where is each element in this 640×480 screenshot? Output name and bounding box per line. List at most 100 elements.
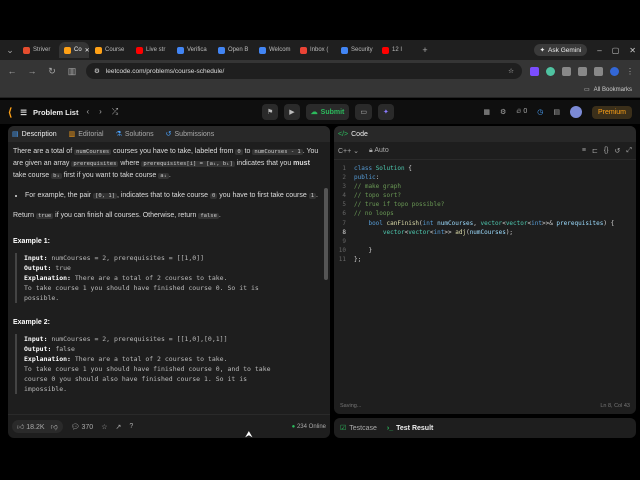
reset-icon[interactable]: ↺ [615,147,621,155]
browser-tab[interactable]: 12 I [377,42,417,58]
editorial-icon: ▥ [68,131,76,138]
extensions-puzzle-icon[interactable] [578,66,587,76]
notes-icon[interactable]: ▤ [553,108,560,116]
run-controls: ⚑ ▶ ☁ Submit ▭ ✦ [262,104,394,120]
prev-problem-icon[interactable]: ‹ [86,107,89,117]
tab-code[interactable]: </> Code [338,131,368,138]
submit-button[interactable]: ☁ Submit [305,104,350,120]
tab-list: Striver Co ✕ Course Live str Verifica Open B We… [18,42,417,58]
site-info-icon[interactable]: ⚙ [94,67,100,75]
extensions-area: ⋮ [530,66,634,76]
close-tab-icon[interactable]: ✕ [85,47,89,54]
dislike-button[interactable]: 👎︎ [51,422,58,431]
auto-mode-toggle[interactable]: 🔒︎ Auto [369,147,389,155]
tab-search-icon[interactable]: ⌄ [4,45,16,56]
like-dislike-group: 👍︎ 18.2K 👎︎ [12,420,63,433]
tab-solutions[interactable]: ⚗ Solutions [116,130,154,139]
run-button[interactable]: ▶ [284,104,300,120]
comments-button[interactable]: 💬︎ 370 [71,423,94,431]
browser-tab[interactable]: Course [90,42,130,58]
reload-icon[interactable]: ↻ [46,66,58,77]
description-footer: 👍︎ 18.2K 👎︎ 💬︎ 370 ☆ ↗ ? ● 234 Online [8,414,330,438]
debug-button[interactable]: ⚑ [262,104,279,120]
braces-icon[interactable]: {} [604,147,609,155]
extension-icon[interactable] [546,66,555,76]
next-problem-icon[interactable]: › [99,107,102,117]
close-window-icon[interactable]: ✕ [629,46,636,55]
avatar[interactable] [569,106,582,118]
extension-icon[interactable] [562,66,571,76]
code-editor[interactable]: 1 class Solution {2 public:3// make graph 4… [334,160,636,264]
browser-tab[interactable]: Welcom [254,42,294,58]
browser-tab[interactable]: Co ✕ [59,42,89,58]
downloads-icon[interactable] [594,66,603,76]
language-select[interactable]: C++ ⌄ [338,147,359,155]
description-scrollbar[interactable] [324,188,328,280]
testcase-panel: ☑ Testcase ›_ Test Result [334,418,636,438]
notepad-button[interactable]: ▭ [355,104,373,120]
back-icon[interactable]: ← [6,66,18,76]
code-token: prerequisites [556,219,604,227]
description-bullets: For example, the pair [0, 1], indicates … [25,190,324,202]
bookmark-star-icon[interactable]: ☆ [508,67,514,75]
format-icon[interactable]: ≡ [582,147,586,155]
browser-tab[interactable]: Verifica [172,42,212,58]
profile-avatar[interactable] [610,66,619,76]
maximize-icon[interactable]: ▢ [612,46,620,55]
premium-button[interactable]: Premium [591,105,632,119]
leetcode-logo[interactable]: ⟨ [8,106,12,119]
tab-test-result[interactable]: ›_ Test Result [387,425,433,432]
code-token: canFinish [386,219,420,227]
line-number: 7 [342,219,346,227]
code-line: 5 // true if topo possible? [334,200,636,209]
ask-gemini-button[interactable]: ✦ Ask Gemini [533,44,588,56]
example-line: Output: true [24,264,71,272]
bug-icon: ⚑ [267,109,274,116]
ai-assist-button[interactable]: ✦ [378,104,394,120]
menu-kebab-icon[interactable]: ⋮ [626,67,634,76]
share-icon[interactable]: ↗ [115,423,121,431]
minimize-icon[interactable]: – [597,46,601,55]
tab-submissions[interactable]: ↺ Submissions [165,130,215,139]
browser-tab[interactable]: Open B [213,42,253,58]
example-line: impossible. [24,385,68,393]
browser-tab[interactable]: Inbox ( [295,42,335,58]
example-line: To take course 1 you should have finishe… [24,365,271,373]
description-paragraph: There are a total of numCourses courses … [13,148,319,179]
extension-icon[interactable] [530,66,539,76]
new-tab-icon[interactable]: + [419,45,431,55]
forward-icon[interactable]: → [26,66,38,76]
gemini-icon: ✦ [539,47,546,54]
like-button[interactable]: 👍︎ 18.2K [17,422,45,431]
all-bookmarks-link[interactable]: All Bookmarks [594,87,632,93]
example-line: Explanation: There are a total of 2 cour… [24,274,228,282]
bookmark-icon[interactable]: ⊏ [592,147,598,155]
help-icon[interactable]: ? [129,423,133,430]
code-token: vector [382,228,405,236]
code-token: >> [444,228,456,236]
random-problem-icon[interactable]: ⤮ [112,107,118,117]
problem-list-nav[interactable]: ☰ Problem List [20,108,78,117]
fullscreen-icon[interactable]: ⤢ [626,147,632,155]
tab-editorial[interactable]: ▥ Editorial [68,130,104,139]
favorite-star-icon[interactable]: ☆ [101,423,107,431]
browser-tab[interactable]: Live str [131,42,171,58]
tab-testcase[interactable]: ☑ Testcase [340,424,377,433]
submissions-icon: ↺ [165,131,172,138]
settings-icon[interactable]: ⚙ [500,108,506,116]
code-token: numCourses [437,219,474,227]
code-panel: </> Code C++ ⌄ 🔒︎ Auto ≡ ⊏ {} ↺ ⤢ 1 class … [334,126,636,414]
browser-tab[interactable]: Security [336,42,376,58]
streak-counter[interactable]: 🔥︎ 0 [516,108,527,116]
browser-tab[interactable]: Striver [18,42,58,58]
tab-description[interactable]: ▤ Description [12,130,57,139]
code-token: int [433,228,445,236]
side-panel-icon[interactable]: ▥ [66,66,78,77]
line-number: 4 [342,192,346,200]
layout-icon[interactable]: ▦ [483,108,490,116]
example-line: Input: numCourses = 2, prerequisites = [… [24,254,205,262]
code-token: class [354,165,373,172]
timer-icon[interactable]: ◷ [537,108,543,116]
url-field[interactable]: ⚙ leetcode.com/problems/course-schedule/… [86,63,522,79]
